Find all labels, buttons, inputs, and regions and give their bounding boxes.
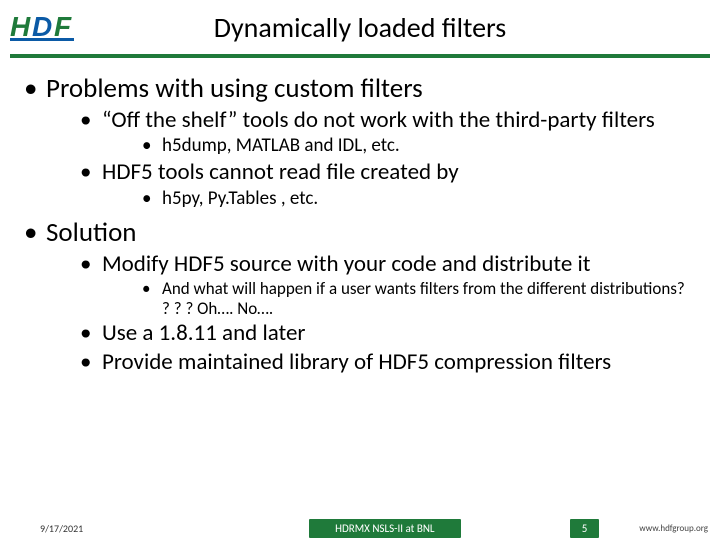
bullet-text: “Off the shelf” tools do not work with t…	[102, 106, 655, 134]
footer: 9/17/2021 HDRMX NSLS-II at BNL 5 www.hdf…	[0, 516, 720, 540]
footer-center-label: HDRMX NSLS-II at BNL	[309, 519, 460, 538]
slide-title: Dynamically loaded filters	[0, 0, 720, 45]
footer-date: 9/17/2021	[0, 522, 200, 535]
bullet-text: And what will happen if a user wants fil…	[162, 278, 685, 319]
bullet-list: Problems with using custom filters “Off …	[24, 72, 696, 375]
bullet-text: h5dump, MATLAB and IDL, etc.	[162, 134, 400, 157]
list-item: And what will happen if a user wants fil…	[142, 279, 696, 318]
list-item: Problems with using custom filters “Off …	[24, 72, 696, 210]
list-item: Provide maintained library of HDF5 compr…	[80, 349, 696, 375]
footer-url: www.hdfgroup.org	[639, 523, 720, 534]
list-item: “Off the shelf” tools do not work with t…	[80, 107, 696, 157]
header: H D F Dynamically loaded filters	[0, 0, 720, 54]
svg-text:D: D	[32, 11, 52, 42]
list-item: h5dump, MATLAB and IDL, etc.	[142, 135, 696, 157]
footer-center: HDRMX NSLS-II at BNL	[200, 519, 570, 538]
list-item: HDF5 tools cannot read file created by h…	[80, 159, 696, 209]
bullet-text: Use a 1.8.11 and later	[102, 319, 305, 347]
page-number: 5	[570, 519, 600, 538]
list-item: h5py, Py.Tables , etc.	[142, 188, 696, 210]
list-item: Modify HDF5 source with your code and di…	[80, 251, 696, 319]
bullet-text: HDF5 tools cannot read file created by	[102, 158, 459, 186]
bullet-text: h5py, Py.Tables , etc.	[162, 187, 318, 210]
hdf-logo: H D F	[10, 8, 82, 49]
bullet-text: Provide maintained library of HDF5 compr…	[102, 348, 611, 376]
svg-text:H: H	[10, 11, 31, 42]
bullet-text: Modify HDF5 source with your code and di…	[102, 250, 590, 278]
svg-text:F: F	[54, 11, 72, 42]
content: Problems with using custom filters “Off …	[0, 58, 720, 375]
bullet-text: Solution	[46, 216, 137, 249]
list-item: Use a 1.8.11 and later	[80, 320, 696, 346]
slide: H D F Dynamically loaded filters Problem…	[0, 0, 720, 540]
list-item: Solution Modify HDF5 source with your co…	[24, 216, 696, 375]
bullet-text: Problems with using custom filters	[46, 72, 423, 105]
